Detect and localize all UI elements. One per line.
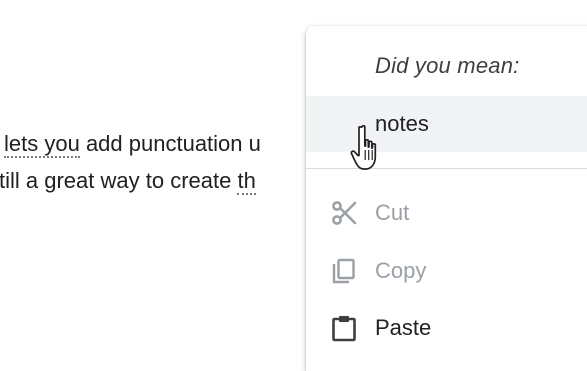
copy-icon xyxy=(330,257,358,285)
spelling-flagged-word[interactable]: th xyxy=(237,168,256,195)
suggestion-label: notes xyxy=(375,111,429,136)
context-menu: Did you mean: notes Cut Copy Paste xyxy=(306,26,587,371)
grammar-flagged-word[interactable]: lets you xyxy=(4,131,80,158)
paste-label: Paste xyxy=(375,315,432,340)
scissors-icon xyxy=(330,199,358,227)
cut-label: Cut xyxy=(375,200,410,225)
copy-label: Copy xyxy=(375,258,427,283)
document-text: add punctuation u xyxy=(79,131,261,156)
spelling-suggestion-item[interactable]: notes xyxy=(306,96,587,152)
copy-menu-item[interactable]: Copy xyxy=(306,247,587,295)
suggestion-heading: Did you mean: xyxy=(375,53,520,78)
menu-separator xyxy=(306,168,587,169)
paste-menu-item[interactable]: Paste xyxy=(306,304,587,352)
document-line[interactable]: lets you add punctuation u xyxy=(4,131,261,158)
cut-menu-item[interactable]: Cut xyxy=(306,189,587,237)
document-text: till a great way to create xyxy=(0,168,238,193)
document-line[interactable]: till a great way to create th xyxy=(0,168,256,195)
clipboard-icon xyxy=(330,314,358,342)
